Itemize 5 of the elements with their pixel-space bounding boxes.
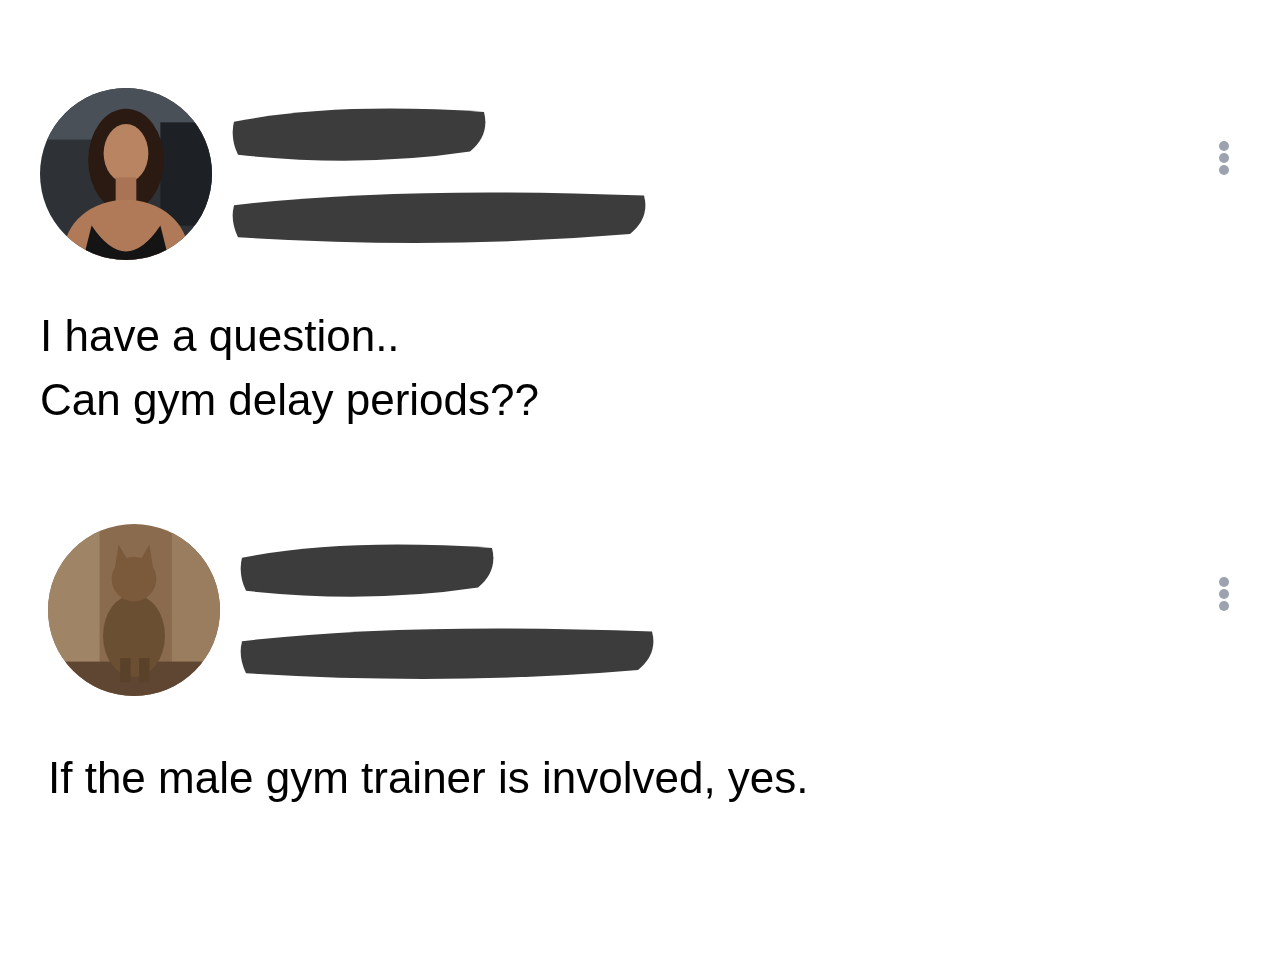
more-icon[interactable] [1218, 140, 1230, 176]
post-text: I have a question.. [40, 310, 401, 362]
post-text: Can gym delay periods?? [40, 374, 540, 426]
more-icon[interactable] [1218, 576, 1230, 612]
post-text: If the male gym trainer is involved, yes. [48, 752, 810, 804]
